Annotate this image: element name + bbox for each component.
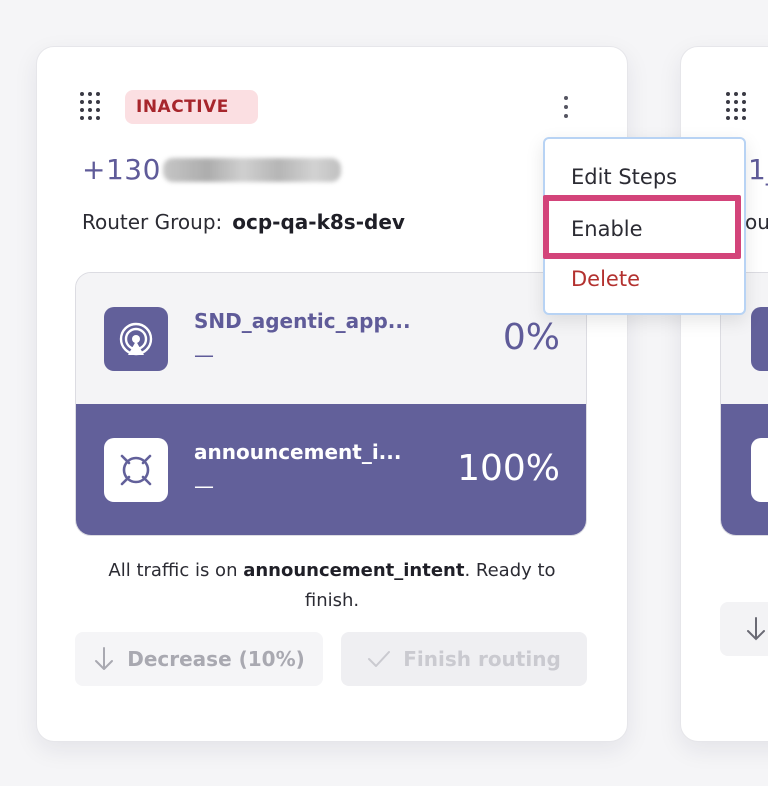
decrease-label: Decrease (10%) [127,647,305,671]
peek-decrease-button[interactable] [720,602,768,656]
menu-item-edit-steps[interactable]: Edit Steps [571,165,677,189]
peek-route-icon [751,307,768,371]
route-subtitle: — [194,343,214,367]
phone-prefix: +130 [82,153,161,186]
route-item[interactable]: announcement_i... — 100% [76,404,586,535]
route-subtitle: — [194,474,214,498]
route-list: SND_agentic_app... — 0% announcement_i..… [75,272,587,536]
broadcast-icon [104,307,168,371]
enable-highlight [543,195,741,259]
status-badge: INACTIVE [125,90,258,124]
route-percent: 0% [502,317,560,358]
arrow-down-icon [95,647,114,670]
target-icon [104,438,168,502]
peek-route-icon [751,438,768,502]
peek-router-group: ou [745,210,768,234]
status-prefix: All traffic is on [108,560,244,581]
router-group: Router Group: ocp-qa-k8s-dev [82,210,405,234]
phone-number: +130 [82,153,341,186]
finish-routing-button[interactable]: Finish routing [341,632,587,686]
router-group-value: ocp-qa-k8s-dev [232,210,405,234]
router-group-label: Router Group: [82,210,223,234]
route-name: SND_agentic_app... [194,309,411,333]
routing-status-text: All traffic is on announcement_intent. R… [82,556,582,616]
route-name: announcement_i... [194,440,402,464]
arrow-down-icon [747,617,765,641]
peek-phone: 1_ [748,153,768,186]
redacted-phone [162,157,341,182]
canvas: 1_ ou INACTIVE +130 Router Group: ocp-qa-… [0,0,768,786]
finish-label: Finish routing [403,647,561,671]
drag-handle-icon[interactable] [80,92,102,122]
decrease-button[interactable]: Decrease (10%) [75,632,323,686]
status-intent: announcement_intent [243,560,465,581]
drag-handle-icon[interactable] [726,92,748,122]
menu-item-delete[interactable]: Delete [571,267,640,291]
route-item[interactable]: SND_agentic_app... — 0% [76,273,586,405]
checkmark-icon [368,651,391,667]
route-percent: 100% [457,448,560,489]
more-options-icon[interactable] [562,96,570,118]
